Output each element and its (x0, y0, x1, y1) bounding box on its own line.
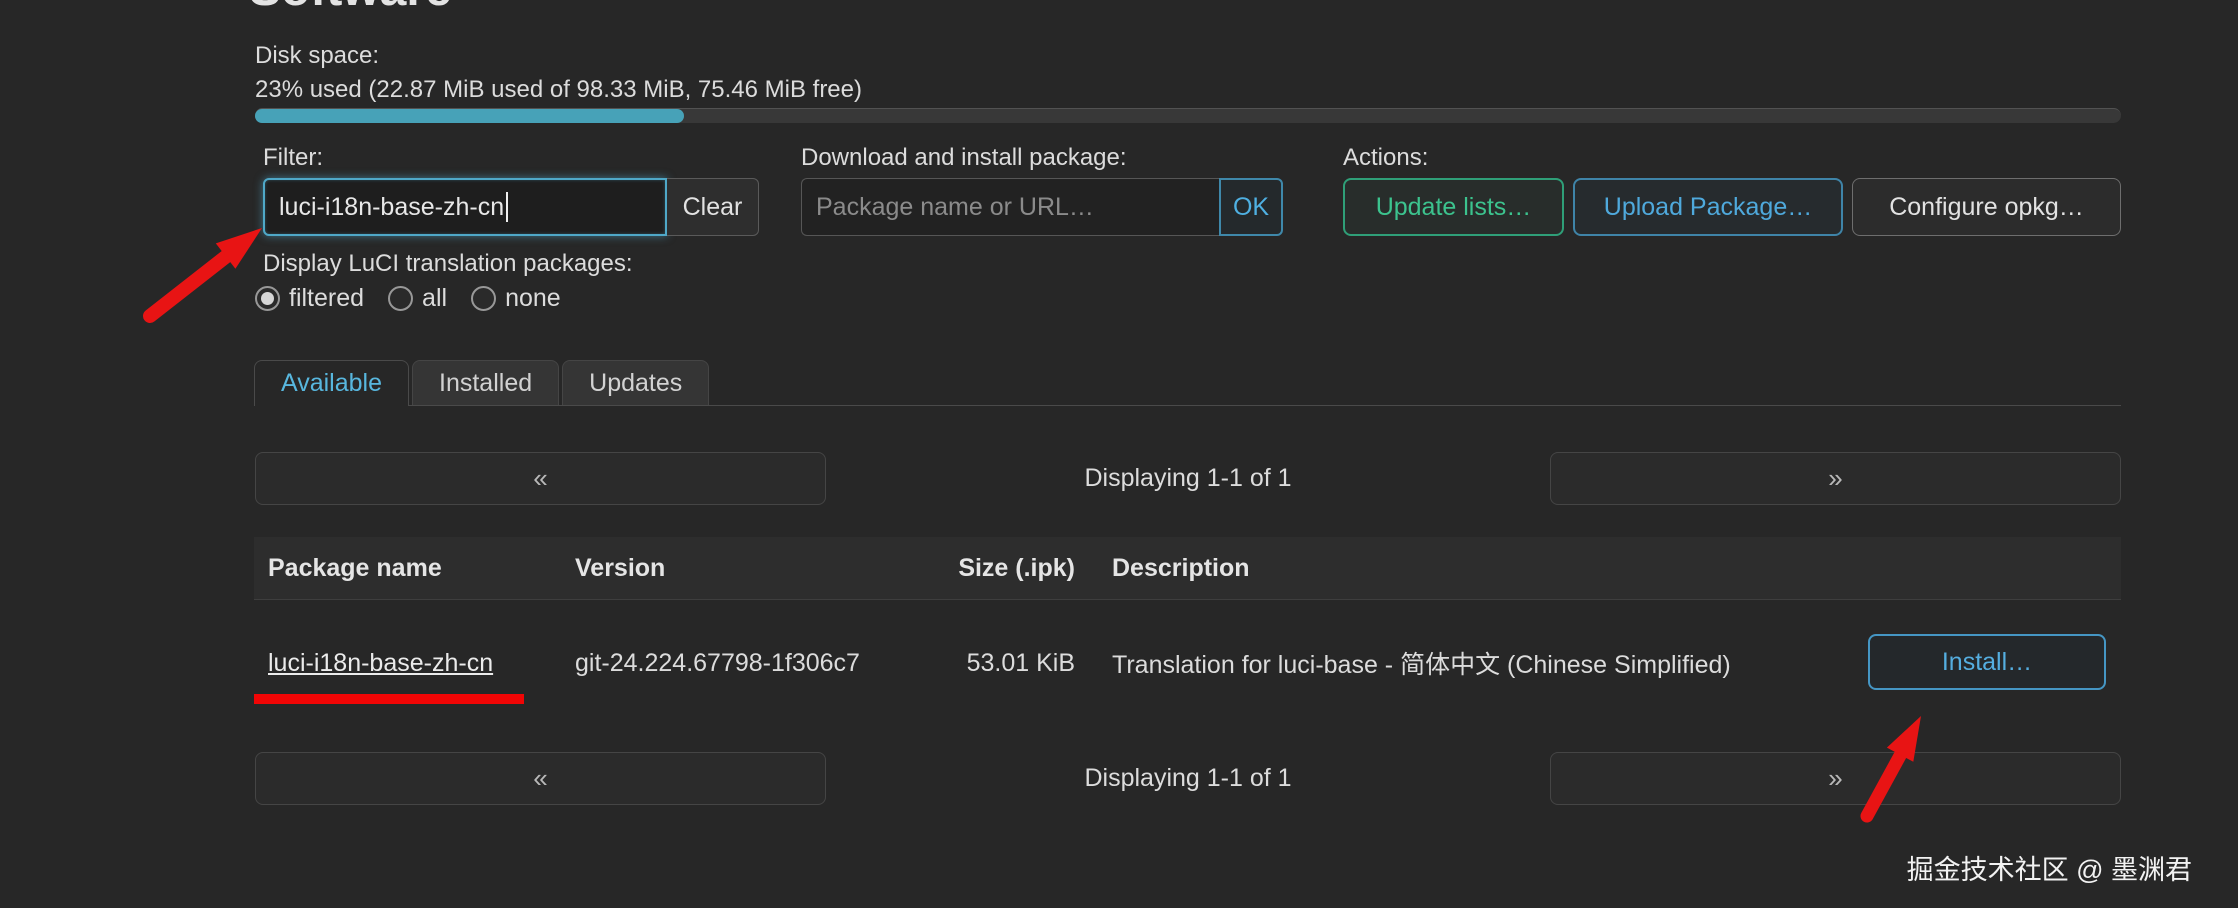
radio-none-icon[interactable] (471, 286, 496, 311)
header-package-name: Package name (268, 537, 442, 600)
radio-all-label: all (422, 284, 447, 313)
disk-usage-text: 23% used (22.87 MiB used of 98.33 MiB, 7… (255, 76, 862, 104)
next-page-button[interactable]: » (1550, 452, 2121, 505)
radio-option-none[interactable]: none (471, 284, 561, 313)
filter-label: Filter: (263, 144, 323, 172)
pagination-top: Displaying 1-1 of 1 « » (255, 452, 2121, 505)
package-tabs: Available Installed Updates (254, 360, 2121, 406)
package-table-header: Package name Version Size (.ipk) Descrip… (254, 537, 2121, 600)
radio-option-all[interactable]: all (388, 284, 447, 313)
table-row: luci-i18n-base-zh-cn git-24.224.67798-1f… (254, 600, 2121, 726)
software-page-content: Software Disk space: 23% used (22.87 MiB… (255, 0, 2121, 908)
red-underline-annotation (254, 694, 524, 704)
package-size: 53.01 KiB (854, 600, 1075, 726)
translation-packages-label: Display LuCI translation packages: (263, 250, 633, 278)
actions-label: Actions: (1343, 144, 1428, 172)
disk-progress-fill (255, 109, 684, 123)
package-name-link[interactable]: luci-i18n-base-zh-cn (268, 649, 493, 678)
prev-page-button[interactable]: « (255, 452, 826, 505)
actions-group: Update lists… Upload Package… Configure … (1343, 178, 2121, 236)
configure-opkg-button[interactable]: Configure opkg… (1852, 178, 2121, 236)
pagination-bottom: Displaying 1-1 of 1 « » (255, 752, 2121, 805)
package-version: git-24.224.67798-1f306c7 (575, 600, 860, 726)
install-button[interactable]: Install… (1868, 634, 2106, 690)
next-page-button-bottom[interactable]: » (1550, 752, 2121, 805)
package-url-input[interactable] (801, 178, 1219, 236)
header-description: Description (1112, 537, 1250, 600)
disk-space-label: Disk space: (255, 42, 379, 70)
page-title: Software (249, 0, 452, 17)
disk-progress-bar (255, 108, 2121, 123)
radio-all-icon[interactable] (388, 286, 413, 311)
radio-none-label: none (505, 284, 561, 313)
red-arrow-filter (150, 228, 262, 316)
text-caret (506, 192, 508, 222)
header-size: Size (.ipk) (854, 537, 1075, 600)
tab-installed[interactable]: Installed (412, 360, 559, 405)
upload-package-button[interactable]: Upload Package… (1573, 178, 1843, 236)
radio-filtered-label: filtered (289, 284, 364, 313)
watermark-text: 掘金技术社区 @ 墨渊君 (1907, 848, 2192, 887)
filter-group: luci-i18n-base-zh-cn Clear (263, 178, 759, 236)
download-group: OK (801, 178, 1283, 236)
tab-updates[interactable]: Updates (562, 360, 709, 405)
radio-filtered-icon[interactable] (255, 286, 280, 311)
header-version: Version (575, 537, 665, 600)
clear-button[interactable]: Clear (667, 178, 759, 236)
filter-input[interactable]: luci-i18n-base-zh-cn (263, 178, 667, 236)
package-description: Translation for luci-base - 简体中文 (Chines… (1112, 600, 1731, 726)
tab-available[interactable]: Available (254, 360, 409, 406)
radio-option-filtered[interactable]: filtered (255, 284, 364, 313)
update-lists-button[interactable]: Update lists… (1343, 178, 1564, 236)
download-label: Download and install package: (801, 144, 1127, 172)
prev-page-button-bottom[interactable]: « (255, 752, 826, 805)
ok-button[interactable]: OK (1219, 178, 1283, 236)
translation-filter-radios: filtered all none (255, 284, 561, 313)
filter-input-value: luci-i18n-base-zh-cn (279, 193, 504, 222)
